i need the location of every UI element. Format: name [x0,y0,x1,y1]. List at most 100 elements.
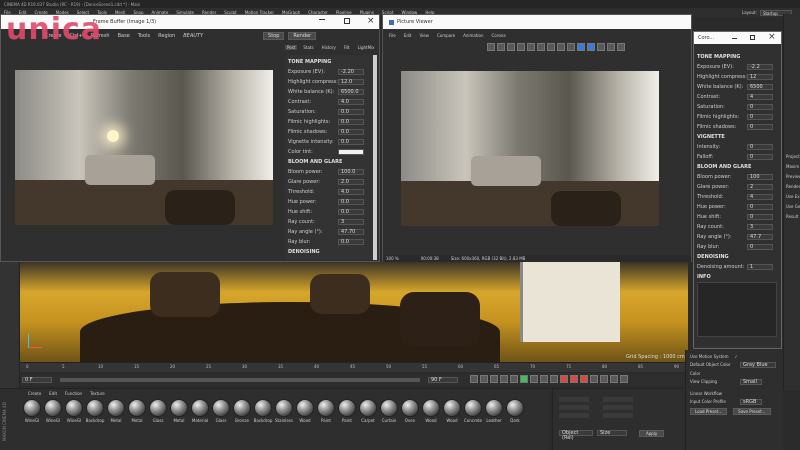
material-menu-edit[interactable]: Edit [49,391,57,396]
load-preset-button[interactable]: Load Preset... [690,407,728,415]
pv-tool-icon[interactable] [577,43,585,51]
material-swatch[interactable]: Metal [127,399,147,427]
playback-control-icon[interactable] [510,375,518,383]
material-menu-create[interactable]: Create [28,391,41,396]
material-swatch[interactable]: Concrete [463,399,483,427]
pv-tool-icon[interactable] [517,43,525,51]
param-field[interactable]: 0 [747,214,773,220]
material-swatch[interactable]: WineGl [22,399,42,427]
base-button[interactable]: Base [118,33,130,39]
material-swatch[interactable]: Glass [211,399,231,427]
param-field[interactable]: 0.0 [338,109,364,115]
material-swatch[interactable]: WineGl [64,399,84,427]
coords-field-6[interactable] [603,413,633,418]
coords-size-select[interactable]: Size [597,430,627,436]
param-field[interactable]: 0 [747,154,773,160]
param-field[interactable]: 0 [747,204,773,210]
coords-apply-button[interactable]: Apply [639,429,665,437]
default-color-select[interactable]: Gray Blue [740,361,776,368]
pv-tool-icon[interactable] [487,43,495,51]
viewport[interactable]: Grid Spacing : 1000 cm [20,262,688,362]
param-field[interactable]: -2.20 [338,69,364,75]
param-field[interactable]: 47.7 [747,234,773,240]
param-field[interactable]: 4 [747,94,773,100]
corona-close-icon[interactable]: × [768,32,776,42]
use-motion-check-icon[interactable]: ✓ [735,354,738,359]
pv-menu-corona[interactable]: Corona [492,33,506,38]
timeline-end-field[interactable]: 90 F [428,377,458,383]
material-swatch[interactable]: Curtain [379,399,399,427]
coords-object-select[interactable]: Object (Rel) [559,430,593,441]
pv-menu-animation[interactable]: Animation [463,33,483,38]
param-field[interactable]: 0.0 [338,139,364,145]
material-swatch[interactable]: Dark [505,399,525,427]
param-field[interactable]: 6500 [747,84,773,90]
pv-tool-icon[interactable] [617,43,625,51]
pv-tool-icon[interactable] [547,43,555,51]
material-swatch[interactable]: Oven [400,399,420,427]
input-color-select[interactable]: sRGB [740,398,762,405]
param-field[interactable]: 12.0 [338,79,364,85]
playback-control-icon[interactable] [540,375,548,383]
pv-tool-icon[interactable] [587,43,595,51]
pv-tool-icon[interactable] [567,43,575,51]
material-swatch[interactable]: Wood [442,399,462,427]
param-field[interactable]: 0.0 [338,129,364,135]
material-swatch[interactable]: Metal [169,399,189,427]
param-field[interactable]: 0 [747,244,773,250]
pv-tool-icon[interactable] [537,43,545,51]
material-swatch[interactable]: Paint [316,399,336,427]
tab-history[interactable]: History [320,45,338,50]
playback-control-icon[interactable] [570,375,578,383]
playback-control-icon[interactable] [580,375,588,383]
pv-menu-compare[interactable]: Compare [437,33,455,38]
playback-control-icon[interactable] [480,375,488,383]
material-menu-texture[interactable]: Texture [90,391,105,396]
pv-tool-icon[interactable] [507,43,515,51]
playback-control-icon[interactable] [590,375,598,383]
param-field[interactable]: 2.0 [338,179,364,185]
tab-stats[interactable]: Stats [301,45,315,50]
close-icon[interactable]: × [367,16,375,26]
render-button[interactable]: Render [288,31,317,40]
minimize-icon[interactable] [319,19,325,20]
coords-field-4[interactable] [603,397,633,402]
param-field[interactable]: -2.2 [747,64,773,70]
coords-field-1[interactable] [559,397,589,402]
pv-menu-edit[interactable]: Edit [404,33,412,38]
region-button[interactable]: Region [158,33,175,39]
pv-menu-file[interactable]: File [389,33,396,38]
param-field[interactable]: 4 [747,194,773,200]
param-field[interactable]: 0 [747,104,773,110]
timeline-slider[interactable] [60,378,420,382]
material-swatch[interactable]: Leather [484,399,504,427]
maximize-icon[interactable] [344,18,350,24]
coords-field-2[interactable] [559,405,589,410]
material-swatch[interactable]: Paint [337,399,357,427]
corona-minimize-icon[interactable] [732,38,737,39]
tab-filt[interactable]: Filt [342,45,352,50]
material-swatch[interactable]: Material [190,399,210,427]
param-field[interactable]: 0 [747,124,773,130]
material-swatch[interactable]: Wood [421,399,441,427]
playback-control-icon[interactable] [620,375,628,383]
param-field[interactable]: 3 [747,224,773,230]
beauty-select[interactable]: BEAUTY [183,33,203,39]
pv-tool-icon[interactable] [607,43,615,51]
material-swatch[interactable]: WineGl [43,399,63,427]
pv-menu-view[interactable]: View [419,33,429,38]
param-field[interactable]: 100 [747,174,773,180]
playback-control-icon[interactable] [500,375,508,383]
param-field[interactable]: 47.70 [338,229,364,235]
param-field[interactable]: 0 [747,144,773,150]
playback-control-icon[interactable] [520,375,528,383]
material-swatch[interactable]: Metal [106,399,126,427]
playback-control-icon[interactable] [550,375,558,383]
tools-button[interactable]: Tools [138,33,150,39]
param-field[interactable]: 0 [747,114,773,120]
param-field[interactable]: 0.0 [338,199,364,205]
pv-tool-icon[interactable] [527,43,535,51]
material-swatch[interactable]: Backdrop [85,399,105,427]
tab-post[interactable]: Post [285,45,298,50]
pv-tool-icon[interactable] [497,43,505,51]
